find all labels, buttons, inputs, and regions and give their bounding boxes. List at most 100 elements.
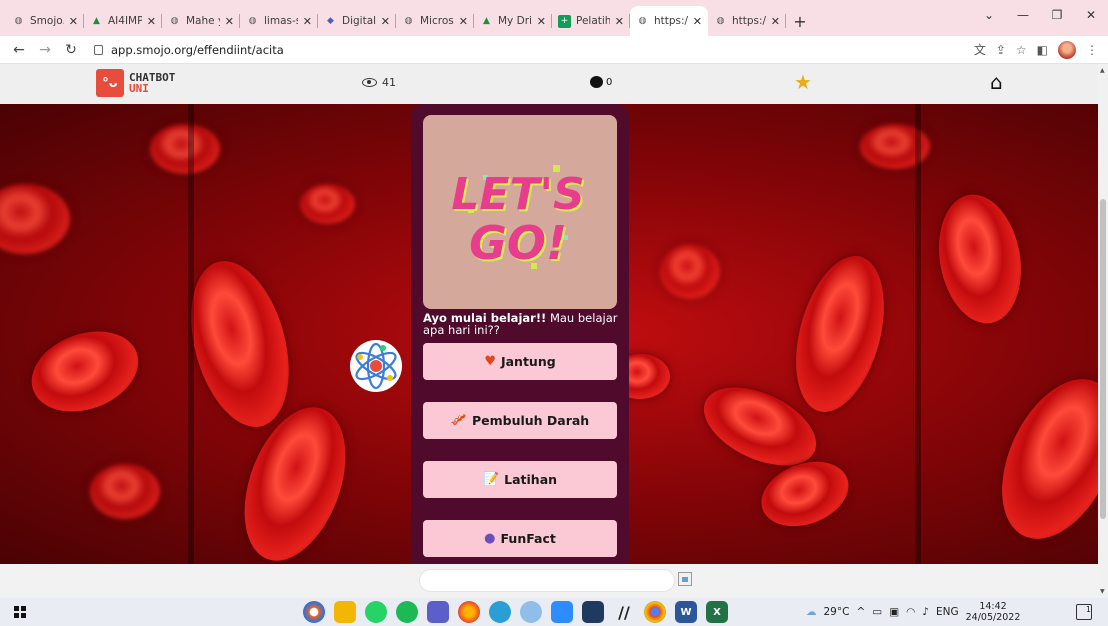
heart-icon: ♥: [484, 354, 496, 369]
tab-close-icon[interactable]: ✕: [537, 15, 546, 28]
drive-icon: ▲: [483, 16, 490, 26]
side-panel-icon[interactable]: ◧: [1037, 43, 1048, 57]
browser-tab[interactable]: ◍ https:// ✕: [708, 6, 786, 36]
chat-app-icon[interactable]: [582, 601, 604, 623]
lets-go-image: LET'S LET'S GO! GO!: [423, 115, 617, 309]
tab-close-icon[interactable]: ✕: [381, 15, 390, 28]
browser-tab[interactable]: ▲ AI4IMPA ✕: [84, 6, 162, 36]
tab-title: Microso: [420, 15, 454, 27]
clock[interactable]: 14:42 24/05/2022: [966, 601, 1021, 623]
reload-icon[interactable]: ↻: [60, 39, 82, 61]
scroll-down-icon[interactable]: ▼: [1100, 588, 1105, 595]
word-icon[interactable]: W: [675, 601, 697, 623]
browser-tab[interactable]: ◍ limas-se ✕: [240, 6, 318, 36]
weather-icon[interactable]: ☁: [806, 606, 817, 618]
page-scrollbar[interactable]: ▲ ▼: [1098, 64, 1108, 598]
spotify-icon[interactable]: [396, 601, 418, 623]
tab-list: ◍ Smojo.A ✕ ▲ AI4IMPA ✕ ◍ Mahe yo ✕ ◍ limas-se ✕ ◆ Di…: [6, 6, 786, 36]
forward-icon[interactable]: →: [34, 39, 56, 61]
option-pembuluh-darah-button[interactable]: 🥓 Pembuluh Darah: [423, 402, 617, 439]
tab-close-icon[interactable]: ✕: [771, 15, 780, 28]
video-meeting-icon[interactable]: [551, 601, 573, 623]
back-icon[interactable]: ←: [8, 39, 30, 61]
send-image-icon[interactable]: [678, 572, 692, 586]
scroll-up-icon[interactable]: ▲: [1100, 67, 1105, 74]
views-count: 41: [382, 76, 396, 89]
globe-icon: ◍: [14, 16, 23, 26]
chatbot-uni-logo[interactable]: °ᴗ CHATBOT UNI: [96, 69, 175, 97]
windows-start-icon[interactable]: [14, 606, 26, 618]
firefox-icon[interactable]: [458, 601, 480, 623]
tab-close-icon[interactable]: ✕: [69, 15, 78, 28]
comment-counter[interactable]: 0: [590, 76, 612, 88]
close-window-icon[interactable]: ✕: [1074, 0, 1108, 30]
home-icon[interactable]: ⌂: [990, 72, 1003, 92]
window-controls: ⌄ — ❐ ✕: [972, 0, 1108, 30]
tab-close-icon[interactable]: ✕: [459, 15, 468, 28]
option-latihan-button[interactable]: 📝 Latihan: [423, 461, 617, 498]
battery-icon[interactable]: ▭: [872, 606, 882, 618]
new-tab-button[interactable]: +: [786, 6, 814, 36]
browser-tab[interactable]: ◆ Digital T ✕: [318, 6, 396, 36]
tab-title: Mahe yo: [186, 15, 220, 27]
chat-input[interactable]: [419, 569, 675, 592]
view-counter: 41: [362, 76, 396, 89]
url-text[interactable]: app.smojo.org/effendiint/acita: [111, 43, 284, 57]
excel-icon[interactable]: X: [706, 601, 728, 623]
option-label: Pembuluh Darah: [471, 413, 590, 428]
address-bar[interactable]: app.smojo.org/effendiint/acita: [86, 39, 970, 61]
store-icon[interactable]: [427, 601, 449, 623]
chat-card: LET'S LET'S GO! GO! Ayo mulai belajar!! …: [411, 104, 629, 564]
tab-close-icon[interactable]: ✕: [225, 15, 234, 28]
chrome-icon[interactable]: [644, 601, 666, 623]
zoom-icon[interactable]: [520, 601, 542, 623]
system-tray: ☁ 29°C ^ ▭ ▣ ◠ ♪ ENG 14:42 24/05/2022: [806, 598, 1020, 626]
volume-icon[interactable]: ♪: [922, 606, 929, 618]
minimize-icon[interactable]: —: [1006, 0, 1040, 30]
lock-icon[interactable]: [94, 44, 103, 55]
tab-close-icon[interactable]: ✕: [147, 15, 156, 28]
tab-title: My Drive: [498, 15, 532, 27]
tab-close-icon[interactable]: ✕: [303, 15, 312, 28]
tab-search-icon[interactable]: ⌄: [972, 0, 1006, 30]
opera-icon[interactable]: [303, 601, 325, 623]
telegram-icon[interactable]: [489, 601, 511, 623]
translate-icon[interactable]: 文: [974, 41, 986, 58]
display-icon[interactable]: ▣: [889, 606, 899, 618]
browser-tab[interactable]: ▲ My Drive ✕: [474, 6, 552, 36]
globe-icon: ◍: [170, 16, 179, 26]
notification-center-icon[interactable]: 1: [1076, 604, 1092, 620]
plus-square-icon: +: [558, 14, 571, 28]
share-icon[interactable]: ⇪: [996, 43, 1006, 57]
language-indicator[interactable]: ENG: [936, 606, 959, 618]
whatsapp-icon[interactable]: [365, 601, 387, 623]
file-explorer-icon[interactable]: [334, 601, 356, 623]
option-label: Jantung: [500, 354, 556, 369]
bookmark-star-icon[interactable]: ☆: [1016, 43, 1027, 57]
restore-icon[interactable]: ❐: [1040, 0, 1074, 30]
wifi-icon[interactable]: ◠: [906, 606, 915, 618]
temperature[interactable]: 29°C: [824, 606, 850, 618]
browser-tab[interactable]: ◍ Smojo.A ✕: [6, 6, 84, 36]
option-jantung-button[interactable]: ♥ Jantung: [423, 343, 617, 380]
browser-tab[interactable]: ◍ https:// ✕: [630, 6, 708, 36]
browser-tab[interactable]: ◍ Mahe yo ✕: [162, 6, 240, 36]
browser-tab[interactable]: + Pelatiha ✕: [552, 6, 630, 36]
slash-app-icon[interactable]: //: [613, 601, 635, 623]
globe-icon: ◍: [404, 16, 413, 26]
browser-tab[interactable]: ◍ Microso ✕: [396, 6, 474, 36]
option-funfact-button[interactable]: ● FunFact: [423, 520, 617, 557]
scrollbar-thumb[interactable]: [1100, 199, 1106, 519]
bubble-icon: ●: [484, 531, 496, 546]
profile-avatar[interactable]: [1058, 40, 1076, 59]
tab-title: https://: [654, 15, 688, 27]
favorite-star-icon[interactable]: ★: [794, 72, 812, 92]
menu-kebab-icon[interactable]: ⋮: [1086, 43, 1098, 57]
tab-close-icon[interactable]: ✕: [693, 15, 702, 28]
tab-title: limas-se: [264, 15, 298, 27]
tab-close-icon[interactable]: ✕: [615, 15, 624, 28]
tray-expand-icon[interactable]: ^: [856, 606, 865, 618]
notification-count: 1: [1085, 605, 1091, 614]
comments-count: 0: [606, 76, 613, 88]
bot-message: Ayo mulai belajar!! Mau belajar apa hari…: [423, 312, 623, 336]
